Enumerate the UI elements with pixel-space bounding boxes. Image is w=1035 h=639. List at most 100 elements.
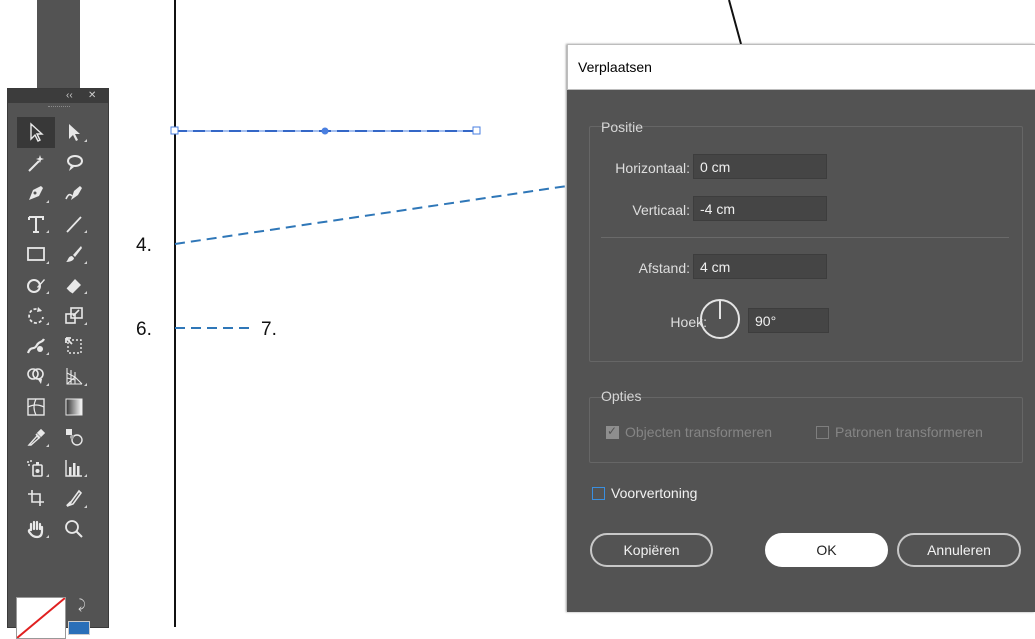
preview-box-icon[interactable] xyxy=(592,486,605,500)
tools-panel: ‹‹ ✕ ⤸ xyxy=(7,88,109,639)
artboard-tool[interactable] xyxy=(17,483,55,514)
selection-arrow-icon xyxy=(30,122,44,143)
shaper-tool[interactable] xyxy=(17,270,55,301)
cancel-button[interactable]: Annuleren xyxy=(897,533,1021,567)
transform-patterns-label: Patronen transformeren xyxy=(835,424,983,440)
symbol-sprayer-icon xyxy=(27,459,43,477)
slice-tool[interactable] xyxy=(55,483,93,514)
selection-tool[interactable] xyxy=(17,117,55,148)
curvature-pen-icon xyxy=(65,186,82,201)
options-legend: Opties xyxy=(601,388,642,404)
warp-tool[interactable] xyxy=(17,331,55,362)
diagonal-path[interactable] xyxy=(728,0,742,45)
vertical-label: Verticaal: xyxy=(632,202,690,218)
distance-input[interactable] xyxy=(693,254,827,279)
zoom-tool[interactable] xyxy=(55,514,93,545)
transform-objects-check-icon xyxy=(606,424,619,439)
slice-icon xyxy=(66,490,83,508)
gradient-icon xyxy=(65,398,83,416)
panel-drag-area[interactable] xyxy=(37,0,80,88)
free-transform-tool[interactable] xyxy=(55,331,93,362)
copy-button[interactable]: Kopiëren xyxy=(590,533,713,567)
scale-tool[interactable] xyxy=(55,300,93,331)
column-graph-icon xyxy=(65,459,82,477)
shaper-icon xyxy=(27,278,45,293)
paintbrush-icon xyxy=(66,246,82,263)
horizontal-input[interactable] xyxy=(693,154,827,179)
selection-center-point[interactable] xyxy=(321,127,329,135)
transform-patterns-box-icon xyxy=(816,425,829,439)
perspective-grid-tool[interactable] xyxy=(55,361,93,392)
type-icon xyxy=(28,215,44,233)
label-7: 7. xyxy=(261,319,277,340)
dashed-guide-4[interactable] xyxy=(174,185,568,245)
swap-fill-stroke-icon[interactable]: ⤸ xyxy=(78,597,86,613)
blend-tool[interactable] xyxy=(55,422,93,453)
eyedropper-tool[interactable] xyxy=(17,422,55,453)
position-legend: Positie xyxy=(601,119,644,135)
hand-icon xyxy=(27,520,44,538)
shape-builder-tool[interactable] xyxy=(17,361,55,392)
scale-icon xyxy=(65,307,83,325)
perspective-grid-icon xyxy=(66,368,83,385)
tools-panel-header[interactable]: ‹‹ ✕ xyxy=(8,89,108,103)
pen-icon xyxy=(29,186,43,201)
collapse-panel-icon[interactable]: ‹‹ xyxy=(66,89,73,103)
close-panel-icon[interactable]: ✕ xyxy=(88,89,96,103)
vertical-input[interactable] xyxy=(693,196,827,221)
label-6: 6. xyxy=(136,319,152,340)
move-dialog: Verplaatsen Positie Horizontaal: Vertica… xyxy=(567,44,1035,612)
transform-patterns-checkbox: Patronen transformeren xyxy=(816,424,983,440)
fill-color-swatch[interactable] xyxy=(16,597,66,639)
preview-label[interactable]: Voorvertoning xyxy=(611,485,697,501)
distance-label: Afstand: xyxy=(638,260,690,276)
line-icon xyxy=(66,216,82,233)
mesh-icon xyxy=(27,398,45,416)
eyedropper-icon xyxy=(27,429,46,446)
gradient-tool[interactable] xyxy=(55,392,93,423)
panel-grip[interactable] xyxy=(8,103,108,111)
preview-checkbox[interactable]: Voorvertoning xyxy=(592,485,697,501)
symbol-sprayer-tool[interactable] xyxy=(17,453,55,484)
eraser-icon xyxy=(66,278,81,294)
transform-objects-checkbox: Objecten transformeren xyxy=(606,424,772,440)
line-segment-tool[interactable] xyxy=(55,209,93,240)
dialog-title[interactable]: Verplaatsen xyxy=(567,44,1035,90)
artboard-icon xyxy=(28,490,44,507)
hand-tool[interactable] xyxy=(17,514,55,545)
angle-input[interactable] xyxy=(748,308,829,333)
curvature-tool[interactable] xyxy=(55,178,93,209)
rectangle-tool[interactable] xyxy=(17,239,55,270)
column-graph-tool[interactable] xyxy=(55,453,93,484)
angle-dial-icon[interactable] xyxy=(698,297,742,341)
eraser-tool[interactable] xyxy=(55,270,93,301)
position-divider xyxy=(601,237,1009,238)
mesh-tool[interactable] xyxy=(17,392,55,423)
direct-selection-arrow-icon xyxy=(69,124,80,142)
direct-selection-tool[interactable] xyxy=(55,117,93,148)
none-color-icon xyxy=(17,598,65,638)
type-tool[interactable] xyxy=(17,209,55,240)
zoom-icon xyxy=(65,519,83,538)
rotate-icon xyxy=(28,307,44,325)
horizontal-label: Horizontaal: xyxy=(615,160,690,176)
warp-icon xyxy=(26,338,45,354)
magic-wand-tool[interactable] xyxy=(17,148,55,179)
shape-builder-icon xyxy=(27,368,44,385)
stroke-color-swatch[interactable] xyxy=(68,621,90,635)
label-4: 4. xyxy=(136,235,152,256)
pen-tool[interactable] xyxy=(17,178,55,209)
blend-icon xyxy=(66,429,83,446)
transform-objects-label: Objecten transformeren xyxy=(625,424,773,440)
angle-label: Hoek: xyxy=(670,314,707,330)
rotate-tool[interactable] xyxy=(17,300,55,331)
rectangle-icon xyxy=(27,247,45,262)
free-transform-icon xyxy=(65,336,82,354)
ok-button[interactable]: OK xyxy=(765,533,888,567)
magic-wand-icon xyxy=(28,154,44,172)
selection-handle-left[interactable] xyxy=(170,126,179,135)
selection-handle-right[interactable] xyxy=(472,126,481,135)
lasso-icon xyxy=(67,154,83,171)
paintbrush-tool[interactable] xyxy=(55,239,93,270)
lasso-tool[interactable] xyxy=(55,148,93,179)
